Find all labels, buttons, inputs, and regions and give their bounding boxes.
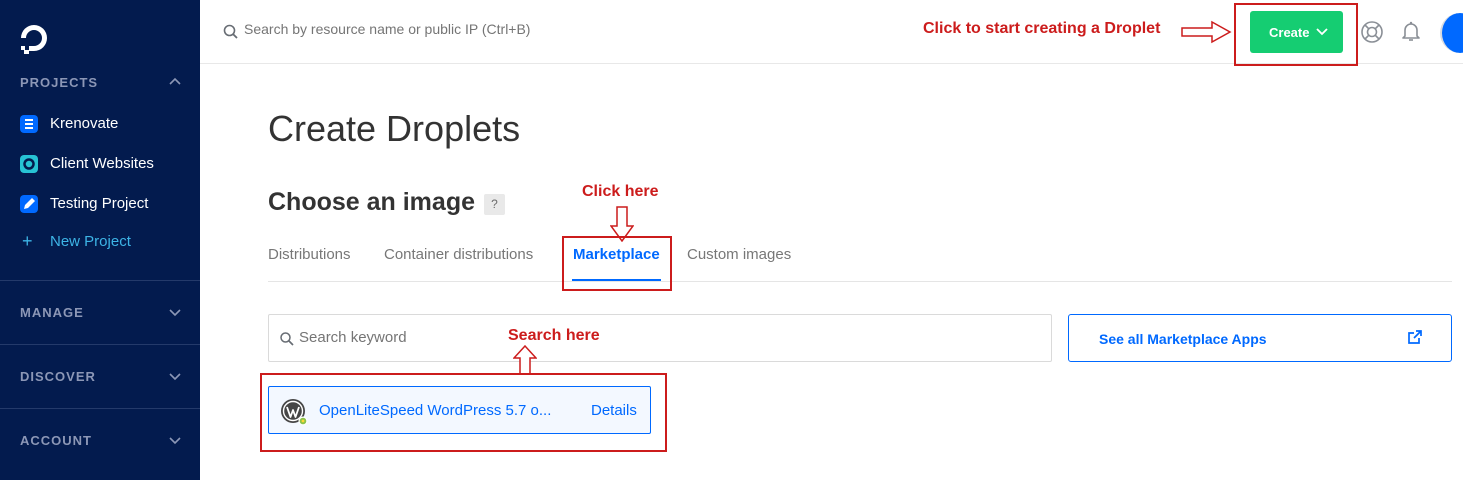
arrow-up-icon [513, 345, 537, 375]
search-icon [223, 24, 238, 39]
sidebar-item-label: Krenovate [50, 115, 119, 132]
tabs-divider [268, 281, 1452, 282]
projects-section-header[interactable]: PROJECTS [20, 72, 188, 92]
lifebuoy-help-icon[interactable] [1360, 20, 1384, 44]
chevron-down-icon [1316, 28, 1328, 36]
page-title: Create Droplets [268, 108, 521, 149]
tab-container-distributions[interactable]: Container distributions [384, 246, 533, 263]
create-button[interactable]: Create [1250, 11, 1343, 53]
sidebar-item-label: Testing Project [50, 195, 149, 212]
resource-search-input[interactable] [244, 21, 844, 37]
plus-icon: + [22, 231, 33, 251]
manage-section-header[interactable]: MANAGE [20, 302, 188, 322]
marketplace-highlight-box [562, 236, 672, 291]
keyword-search-box [268, 314, 1052, 362]
arrow-right-icon [1181, 20, 1232, 44]
discover-heading: DISCOVER [20, 369, 96, 384]
new-project-link[interactable]: + New Project [20, 231, 195, 253]
account-section-header[interactable]: ACCOUNT [20, 430, 188, 450]
chevron-down-icon [169, 309, 181, 317]
sidebar-item-label: Client Websites [50, 155, 154, 172]
see-all-label: See all Marketplace Apps [1099, 331, 1267, 347]
chevron-up-icon [169, 77, 181, 85]
projects-heading: PROJECTS [20, 75, 99, 90]
tab-custom-images[interactable]: Custom images [687, 246, 791, 263]
sidebar-divider [0, 344, 200, 345]
tab-distributions[interactable]: Distributions [268, 246, 351, 263]
bell-icon[interactable] [1399, 19, 1423, 43]
details-link[interactable]: Details [591, 402, 637, 419]
sidebar-item-testing-project[interactable]: Testing Project [20, 193, 195, 215]
keyword-search-input[interactable] [299, 329, 499, 346]
create-button-label: Create [1269, 25, 1310, 40]
avatar[interactable] [1440, 13, 1463, 53]
sidebar-divider [0, 408, 200, 409]
create-annotation-text: Click to start creating a Droplet [923, 20, 1161, 37]
search-icon [280, 332, 294, 346]
help-badge[interactable]: ? [484, 194, 505, 215]
sidebar: PROJECTS Krenovate Client Websites Testi… [0, 0, 200, 480]
pencil-project-icon [20, 195, 38, 213]
account-heading: ACCOUNT [20, 433, 92, 448]
circle-project-icon [20, 155, 38, 173]
external-link-icon [1408, 330, 1422, 344]
click-here-annotation-text: Click here [582, 183, 659, 200]
chevron-down-icon [169, 437, 181, 445]
new-project-label: New Project [50, 233, 131, 250]
digitalocean-logo-icon[interactable] [16, 20, 52, 56]
search-here-annotation-text: Search here [508, 327, 600, 344]
section-title: Choose an image [268, 188, 475, 216]
top-bar: Click to start creating a Droplet Create [200, 0, 1463, 66]
sidebar-item-client-websites[interactable]: Client Websites [20, 153, 195, 175]
sidebar-divider [0, 280, 200, 281]
result-app-name: OpenLiteSpeed WordPress 5.7 o... [319, 402, 552, 419]
manage-heading: MANAGE [20, 305, 84, 320]
discover-section-header[interactable]: DISCOVER [20, 366, 188, 386]
chevron-down-icon [169, 373, 181, 381]
list-project-icon [20, 115, 38, 133]
sidebar-item-krenovate[interactable]: Krenovate [20, 113, 195, 135]
marketplace-result-card[interactable]: OpenLiteSpeed WordPress 5.7 o... Details [268, 386, 651, 434]
wordpress-icon [281, 399, 308, 426]
see-all-marketplace-apps-button[interactable]: See all Marketplace Apps [1068, 314, 1452, 362]
